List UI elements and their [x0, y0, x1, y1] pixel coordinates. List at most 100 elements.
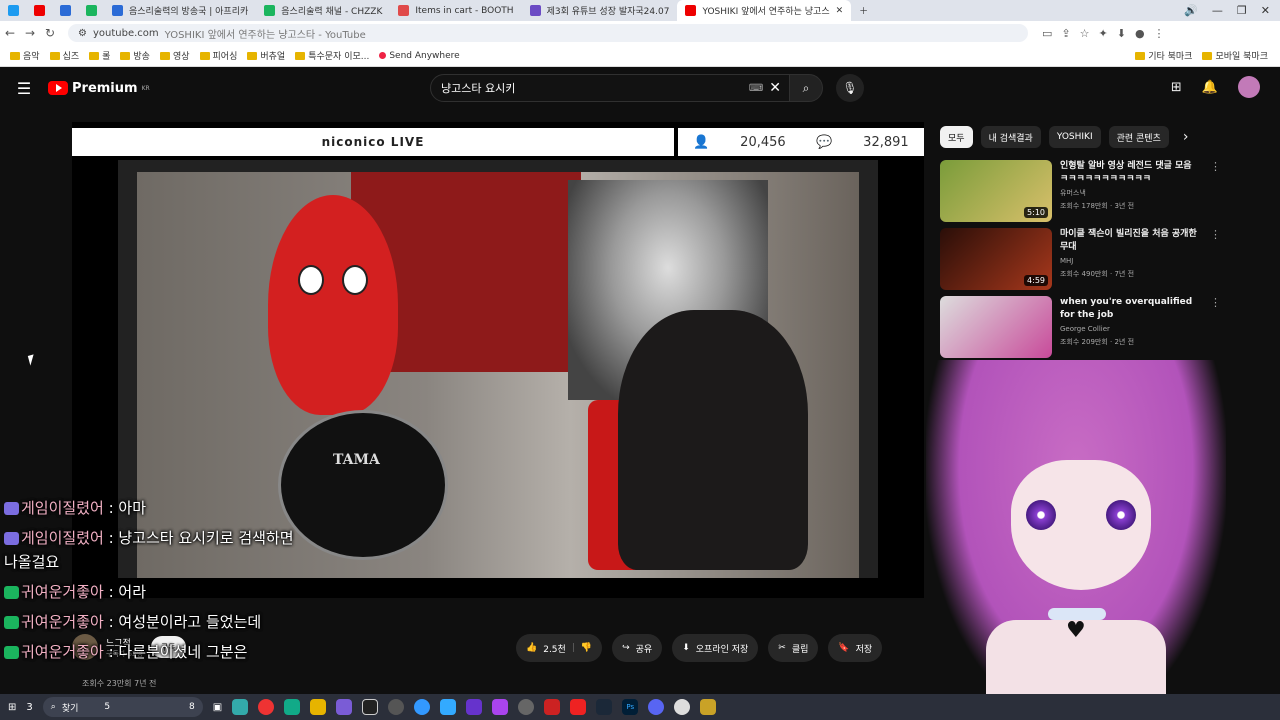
pinned-tab-twitter[interactable] [0, 5, 26, 16]
download-icon: ⬇ [682, 643, 690, 653]
voice-search-button[interactable]: 🎙 [836, 74, 864, 102]
tab-booth[interactable]: Items in cart - BOOTH [390, 0, 521, 21]
mic-icon: 🎙 [842, 81, 858, 95]
close-window-icon[interactable]: ✕ [1261, 4, 1270, 17]
recommendation-list: 5:10 인형탈 알바 영상 레전드 댓글 모음ㅋㅋㅋㅋㅋㅋㅋㅋㅋㅋㅋ 유머스낵… [940, 160, 1221, 364]
pinned-tab-youtube[interactable] [26, 5, 52, 16]
task-view-icon[interactable]: ▣ [213, 702, 222, 713]
youtube-premium-logo[interactable]: Premium KR [48, 81, 150, 96]
cast-icon[interactable]: ▭ [1042, 27, 1052, 40]
chip-yoshiki[interactable]: YOSHIKI [1048, 126, 1101, 148]
bell-icon[interactable]: 🔔 [1202, 80, 1218, 95]
windows-taskbar: ⊞ 3 ⌕ 찾기 5 8 ▣ Ps [0, 694, 1280, 720]
app-icon[interactable] [232, 699, 249, 715]
star-icon[interactable]: ☆ [1080, 27, 1090, 40]
bookmark-mobile[interactable]: 모바일 북마크 [1202, 49, 1268, 62]
more-options-icon[interactable]: ⋮ [1210, 228, 1221, 296]
chzzk-icon [85, 5, 97, 16]
recommendation-item[interactable]: 5:10 인형탈 알바 영상 레전드 댓글 모음ㅋㅋㅋㅋㅋㅋㅋㅋㅋㅋㅋ 유머스낵… [940, 160, 1221, 228]
save-button[interactable]: 🔖 저장 [828, 634, 883, 662]
site-info-icon[interactable]: ⚙ [78, 28, 87, 39]
clear-search-icon[interactable]: ✕ [769, 80, 781, 96]
app-icon[interactable] [648, 699, 665, 715]
file-explorer-icon[interactable] [310, 699, 327, 715]
viewer-count: 20,456 [740, 134, 786, 150]
bookmark-8[interactable]: 특수문자 이모... [295, 49, 369, 62]
keyboard-icon[interactable]: ⌨ [749, 83, 763, 94]
bookmark-1[interactable]: 음악 [10, 49, 40, 62]
account-avatar[interactable] [1238, 76, 1260, 98]
maximize-icon[interactable]: ❐ [1237, 4, 1247, 17]
download-button[interactable]: ⬇ 오프라인 저장 [672, 634, 759, 662]
tab-youtube-active[interactable]: YOSHIKI 앞에서 연주하는 냥고스 ✕ [677, 0, 852, 21]
chip-all[interactable]: 모두 [940, 126, 973, 148]
hamburger-menu-icon[interactable]: ☰ [0, 79, 48, 98]
chrome-icon[interactable] [258, 699, 275, 715]
bookmark-3[interactable]: 롤 [89, 49, 110, 62]
bookmarks-bar: 음악 십즈 롤 방송 영상 피어싱 버츄얼 특수문자 이모... Send An… [0, 45, 1280, 67]
bookmark-9[interactable]: Send Anywhere [379, 51, 460, 61]
share-icon[interactable]: ⇪ [1061, 27, 1070, 40]
app-icon[interactable] [674, 699, 691, 715]
steam-icon[interactable] [596, 699, 613, 715]
app-icon[interactable] [544, 699, 561, 715]
thumbnail[interactable]: 5:10 [940, 160, 1052, 222]
bookmark-2[interactable]: 십즈 [49, 49, 79, 62]
reload-icon[interactable]: ↻ [40, 26, 60, 40]
chzzk-icon [264, 5, 276, 16]
extension-icon[interactable]: ✦ [1099, 27, 1108, 40]
new-tab-button[interactable]: ＋ [851, 0, 876, 21]
close-tab-icon[interactable]: ✕ [836, 6, 844, 16]
video-actions: 👍 2.5천 | 👎 ↪ 공유 ⬇ 오프라인 저장 ✂ 클립 🔖 저장 [516, 634, 883, 662]
tab-growth[interactable]: 제3회 유튜브 성장 발자국24.07 [522, 0, 678, 21]
v-app-icon[interactable] [362, 699, 379, 715]
profile-icon[interactable]: ● [1135, 27, 1145, 40]
app-icon[interactable] [700, 699, 717, 715]
thumbnail[interactable]: 4:59 [940, 228, 1052, 290]
bookmark-other[interactable]: 기타 북마크 [1135, 49, 1192, 62]
tab-afreeca[interactable]: 음스리술력의 방송국 | 아프리카 [104, 0, 256, 21]
discord-icon[interactable] [336, 699, 353, 715]
volume-icon[interactable]: 🔊 [1184, 4, 1198, 17]
bookmark-6[interactable]: 피어싱 [199, 49, 237, 62]
vscode-icon[interactable] [440, 699, 457, 715]
vtuber-avatar: ♥ [926, 340, 1226, 720]
tab-chzzk[interactable]: 음스리술력 채널 - CHZZK [256, 0, 390, 21]
forward-icon[interactable]: → [20, 26, 40, 40]
app-icon[interactable] [492, 699, 509, 715]
app-icon[interactable] [518, 699, 535, 715]
back-icon[interactable]: ← [0, 26, 20, 40]
menu-icon[interactable]: ⋮ [1154, 27, 1165, 40]
pinned-tab-chzzk[interactable] [78, 5, 104, 16]
chat-app-icon[interactable] [414, 699, 431, 715]
chip-my-search[interactable]: 내 검색결과 [980, 126, 1041, 148]
share-button[interactable]: ↪ 공유 [612, 634, 663, 662]
start-icon[interactable]: ⊞ [8, 702, 16, 713]
app-icon[interactable] [570, 699, 587, 715]
download-icon[interactable]: ⬇ [1117, 27, 1126, 40]
seated-person [618, 310, 808, 570]
search-input[interactable]: 냥고스타 요시키 ⌨ ✕ [430, 74, 790, 102]
create-icon[interactable]: ⊞ [1171, 80, 1182, 95]
recommendation-item[interactable]: 4:59 마이클 잭슨이 빌리진을 처음 공개한 무대 MHJ 조회수 490만… [940, 228, 1221, 296]
like-button[interactable]: 👍 2.5천 | 👎 [516, 634, 603, 662]
search-button[interactable]: ⌕ [789, 74, 823, 102]
bookmark-5[interactable]: 영상 [159, 49, 190, 62]
bookmark-7[interactable]: 버츄얼 [247, 49, 285, 62]
share-arrow-icon: ↪ [622, 643, 630, 653]
url-field[interactable]: ⚙ youtube.com YOSHIKI 앞에서 연주하는 냥고스타 - Yo… [68, 24, 1028, 42]
thumbs-down-icon[interactable]: 👎 [581, 643, 592, 653]
obs-icon[interactable] [388, 699, 405, 715]
photoshop-icon[interactable]: Ps [622, 699, 639, 715]
taskbar-search[interactable]: ⌕ 찾기 5 8 [42, 697, 203, 717]
edge-icon[interactable] [284, 699, 301, 715]
minimize-icon[interactable]: — [1212, 4, 1223, 17]
chevron-right-icon[interactable]: › [1183, 129, 1189, 145]
bookmark-4[interactable]: 방송 [120, 49, 150, 62]
pinned-tab-app[interactable] [52, 5, 78, 16]
chip-related[interactable]: 관련 콘텐츠 [1108, 126, 1169, 148]
twitch-icon[interactable] [466, 699, 483, 715]
more-options-icon[interactable]: ⋮ [1210, 160, 1221, 228]
mascot-eye [298, 265, 324, 295]
clip-button[interactable]: ✂ 클립 [768, 634, 819, 662]
